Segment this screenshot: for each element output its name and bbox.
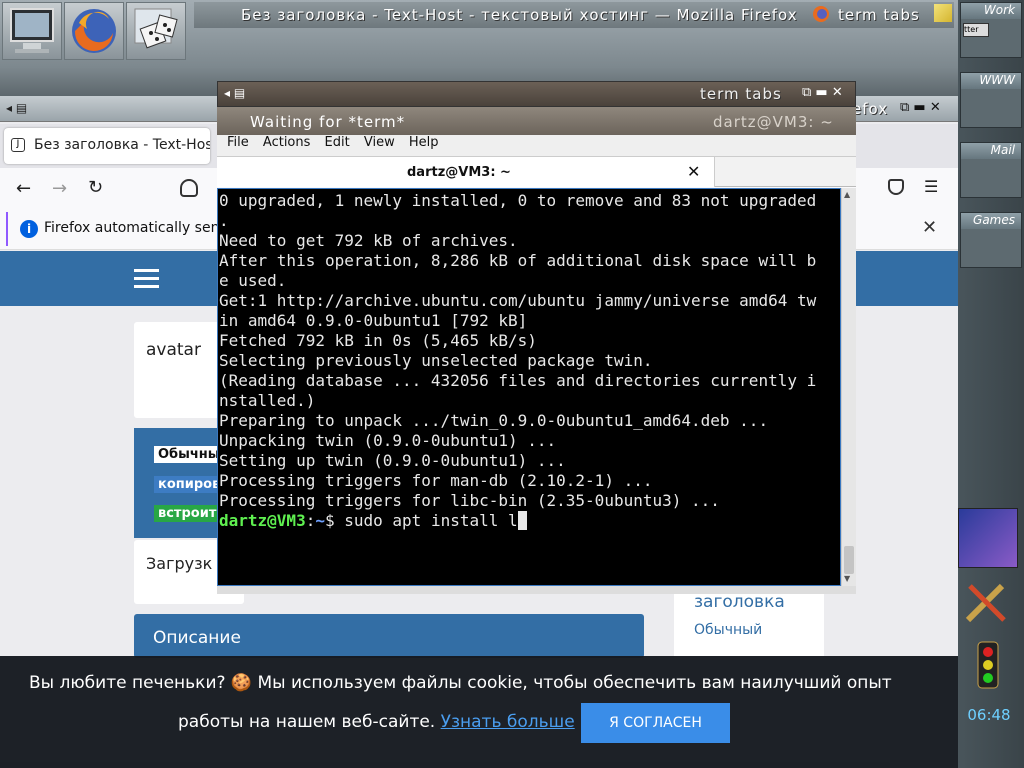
cookie-banner: Вы любите печеньки? 🍪 Мы используем файл… [0,656,958,768]
info-icon: i [20,220,38,238]
terminal-line: Processing triggers for man-db (2.10.2-1… [219,471,653,490]
resize-icon[interactable] [934,4,952,22]
scroll-up-icon[interactable]: ▲ [844,190,850,199]
firefox-launcher[interactable] [64,2,124,60]
side-heading[interactable]: заголовка [694,592,785,612]
terminal-lines: 0 upgraded, 1 newly installed, 0 to remo… [219,191,840,511]
terminal-prompt-line: dartz@VM3:~$ sudo apt install l [219,511,840,531]
terminal-line: in amd64 0.9.0-0ubuntu1 [792 kB] [219,311,528,330]
prompt-command: sudo apt install l [344,511,518,530]
firefox-small-icon [813,6,829,22]
close-tab-icon[interactable]: ✕ [687,162,700,181]
menu-help[interactable]: Help [409,135,439,150]
terminal-line: Setting up twin (0.9.0-0ubuntu1) ... [219,451,566,470]
shield-icon[interactable] [180,179,198,197]
terminal-menubar: File Actions Edit View Help [217,135,856,157]
hamburger-icon[interactable] [134,269,159,272]
terminal-session-title: dartz@VM3: ~ [407,165,511,180]
side-card: заголовка Обычный [674,590,824,660]
menu-file[interactable]: File [227,135,249,150]
terminal-output[interactable]: 0 upgraded, 1 newly installed, 0 to remo… [217,188,841,586]
terminal-line: Preparing to unpack .../twin_0.9.0-0ubun… [219,411,769,430]
afterstep-icon[interactable] [958,508,1018,568]
terminal-line: Unpacking twin (0.9.0-0ubuntu1) ... [219,431,557,450]
tab-active[interactable]: Без заголовка - Text-Host [4,128,210,164]
prompt-user: dartz@VM3 [219,511,306,530]
dice-icon [134,8,178,49]
notice-accent [6,212,8,246]
terminal-title: term tabs [700,85,782,103]
terminal-title-bar[interactable]: ◂ ▤ term tabs ⧉ ▬ ✕ [217,81,856,107]
terminal-line: Processing triggers for libc-bin (2.35-0… [219,491,720,510]
workspace-www[interactable]: WWW [960,72,1022,128]
clock: 06:48 [967,706,1011,724]
menu-view[interactable]: View [364,135,395,150]
terminal-bottom-edge [217,586,856,594]
forward-icon[interactable]: → [52,178,67,199]
terminal-tab-active[interactable]: Waiting for *term* [250,113,405,131]
workspace-mail[interactable]: Mail [960,142,1022,198]
terminal-scrollbar[interactable]: ▲ ▼ [841,188,856,586]
terminal-menu-icon[interactable]: ◂ ▤ [224,86,245,100]
prompt-path: ~ [315,511,325,530]
scroll-down-icon[interactable]: ▼ [844,574,850,583]
terminal-line: Fetched 792 kB in 0s (5,465 kB/s) [219,331,537,350]
side-item[interactable]: Обычный [694,622,762,638]
terminal-line: Get:1 http://archive.ubuntu.com/ubuntu j… [219,291,817,310]
terminal-line: nstalled.) [219,391,316,410]
mini-window: tter [963,23,989,37]
prompt-sep: : [305,511,316,530]
terminal-line: (Reading database ... 432056 files and d… [219,371,817,390]
terminal-line: e used. [219,271,287,290]
firefox-title-fragment: efox [852,100,889,118]
terminal-tab-bar: Waiting for *term* dartz@VM3: ~ [217,107,856,135]
menu-actions[interactable]: Actions [263,135,311,150]
workspace-work[interactable]: Work tter [960,2,1022,58]
terminal-line: 0 upgraded, 1 newly installed, 0 to remo… [219,191,817,210]
terminal-line: . [219,211,229,230]
cookie-text: Вы любите печеньки? 🍪 Мы используем файл… [29,673,892,693]
monitor-icon [10,8,54,53]
learn-more-link[interactable]: Узнать больше [441,712,575,732]
description-heading: Описание [153,628,241,648]
monitor-launcher[interactable] [2,2,62,60]
terminal-tab-other[interactable]: dartz@VM3: ~ [713,113,834,131]
dice-launcher[interactable] [126,2,186,60]
tools-icon[interactable] [962,578,1010,626]
terminal-line: After this operation, 8,286 kB of additi… [219,251,817,270]
tag-embed[interactable]: встроит [154,505,221,522]
site-favicon-icon: J [11,138,25,152]
firefox-icon [72,9,116,53]
traffic-light-icon[interactable] [970,640,1006,692]
description-panel: Описание [134,614,644,658]
notice-text: Firefox automatically sends [44,220,236,236]
close-icon[interactable]: ✕ [922,217,937,238]
scroll-thumb[interactable] [844,546,854,574]
cursor [517,511,528,530]
terminal-line: Selecting previously unselected package … [219,351,653,370]
pocket-icon[interactable] [888,179,904,195]
active-window-title: Без заголовка - Text-Host - текстовый хо… [241,6,798,24]
terminal-tab-header: dartz@VM3: ~ ✕ [217,157,856,187]
reload-icon[interactable]: ↻ [88,177,103,198]
cookie-text-2: работы на нашем веб-сайте. Узнать больше [178,712,575,732]
workspace-games[interactable]: Games [960,212,1022,268]
terminal-line: Need to get 792 kB of archives. [219,231,518,250]
menu-edit[interactable]: Edit [325,135,350,150]
right-window-title: term tabs [838,6,920,24]
prompt-dollar: $ [324,511,345,530]
menu-icon[interactable]: ☰ [924,177,938,196]
back-icon[interactable]: ← [16,178,31,199]
terminal-window-controls[interactable]: ⧉ ▬ ✕ [802,85,843,100]
agree-button[interactable]: Я СОГЛАСЕН [581,703,730,743]
window-controls[interactable]: ⧉ ▬ ✕ [900,100,941,115]
window-menu-icon[interactable]: ◂ ▤ [6,101,27,115]
tag-copy[interactable]: копиров [154,476,225,493]
